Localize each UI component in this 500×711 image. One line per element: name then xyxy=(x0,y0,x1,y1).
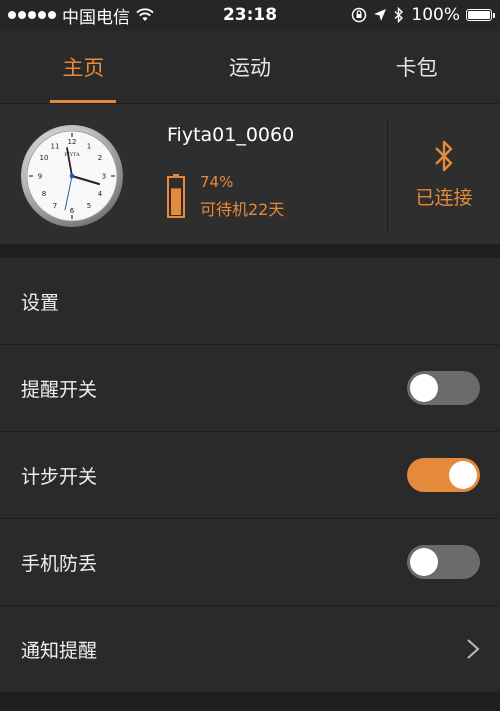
svg-text:6: 6 xyxy=(70,207,75,215)
svg-text:11: 11 xyxy=(51,143,60,151)
settings-row-anti-lost: 手机防丢 xyxy=(0,519,500,606)
watch-image: 12 1 2 3 4 5 6 7 8 9 10 11 FIYTA xyxy=(21,125,123,227)
toggle-knob xyxy=(449,461,477,489)
row-label: 提醒开关 xyxy=(21,378,98,401)
battery-icon xyxy=(466,9,495,21)
battery-level-icon xyxy=(167,174,185,218)
settings-row-reminder: 提醒开关 xyxy=(0,345,500,432)
tab-home[interactable]: 主页 xyxy=(0,30,167,103)
row-label: 计步开关 xyxy=(21,465,98,488)
svg-text:7: 7 xyxy=(53,202,57,210)
svg-text:2: 2 xyxy=(98,154,102,162)
settings-list: 设置 提醒开关 计步开关 手机防丢 通知提醒 xyxy=(0,258,500,693)
row-label: 手机防丢 xyxy=(21,552,98,575)
bluetooth-icon xyxy=(394,7,404,23)
battery-percent-label: 74% xyxy=(200,173,234,191)
carrier-label: 中国电信 xyxy=(62,7,130,28)
standby-label: 可待机22天 xyxy=(200,200,285,219)
row-label: 通知提醒 xyxy=(21,639,98,662)
signal-strength-icon xyxy=(8,11,56,19)
tab-bar: 主页 运动 卡包 xyxy=(0,30,500,103)
settings-row-notifications[interactable]: 通知提醒 xyxy=(0,606,500,693)
pedometer-toggle[interactable] xyxy=(407,458,480,492)
bottom-area xyxy=(0,693,500,711)
status-right: 100% xyxy=(351,5,500,25)
svg-text:3: 3 xyxy=(102,173,106,181)
tab-label: 运动 xyxy=(229,55,271,80)
svg-text:1: 1 xyxy=(87,143,91,151)
status-bar: 中国电信 23:18 100% xyxy=(0,0,500,30)
battery-percent: 100% xyxy=(411,5,460,25)
svg-text:4: 4 xyxy=(98,190,103,198)
wifi-icon xyxy=(136,8,154,21)
location-arrow-icon xyxy=(374,9,387,21)
toggle-knob xyxy=(410,374,438,402)
settings-row-pedometer: 计步开关 xyxy=(0,432,500,519)
svg-text:12: 12 xyxy=(68,138,77,146)
device-card: 12 1 2 3 4 5 6 7 8 9 10 11 FIYTA Fiyta01… xyxy=(0,103,500,245)
device-name: Fiyta01_0060 xyxy=(167,124,295,146)
bluetooth-connection[interactable]: 已连接 xyxy=(388,104,500,245)
rotation-lock-icon xyxy=(352,7,367,23)
section-gap xyxy=(0,244,500,258)
settings-title: 设置 xyxy=(21,291,60,314)
reminder-toggle[interactable] xyxy=(407,371,480,405)
tab-cards[interactable]: 卡包 xyxy=(333,30,500,103)
toggle-knob xyxy=(410,548,438,576)
tab-sport[interactable]: 运动 xyxy=(167,30,334,103)
bluetooth-icon xyxy=(435,140,453,172)
watch-brand: FIYTA xyxy=(64,152,80,158)
svg-text:9: 9 xyxy=(38,173,42,181)
svg-text:10: 10 xyxy=(40,154,49,162)
tab-label: 卡包 xyxy=(395,55,438,80)
status-left: 中国电信 xyxy=(0,3,154,28)
svg-text:8: 8 xyxy=(42,190,46,198)
connection-status: 已连接 xyxy=(415,187,473,209)
tab-label: 主页 xyxy=(62,55,105,80)
settings-header: 设置 xyxy=(0,258,500,345)
anti-lost-toggle[interactable] xyxy=(407,545,480,579)
chevron-right-icon xyxy=(467,639,480,659)
svg-text:5: 5 xyxy=(87,202,91,210)
